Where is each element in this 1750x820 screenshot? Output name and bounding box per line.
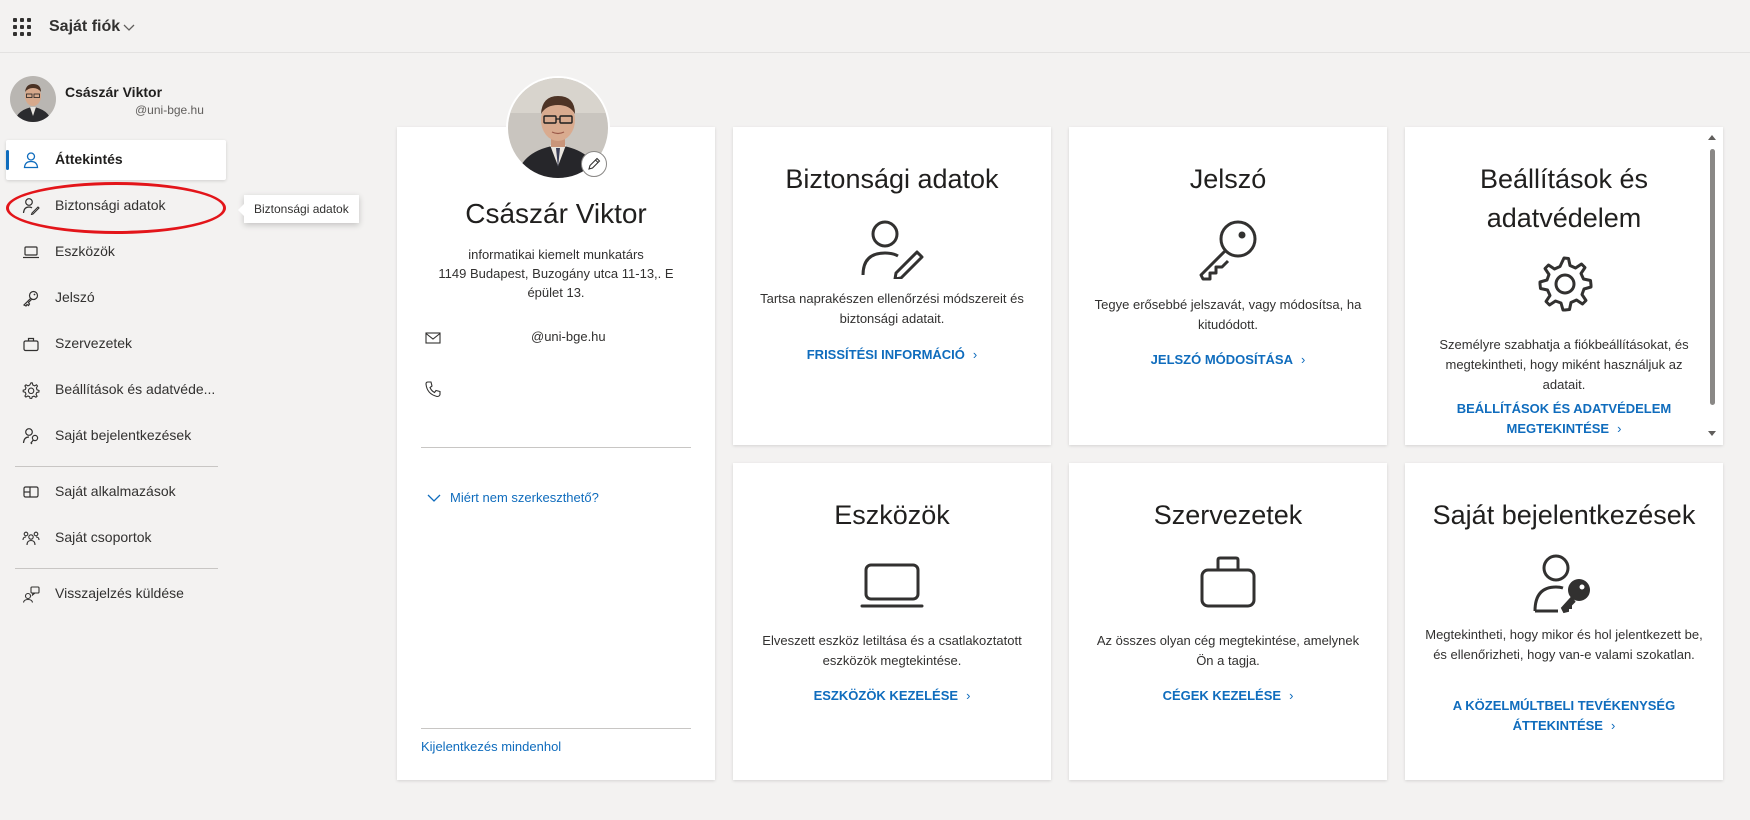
apps-icon: [23, 486, 39, 498]
sidebar-item-my-groups[interactable]: Saját csoportok: [6, 518, 226, 558]
gear-icon: [22, 382, 40, 399]
tile-my-sign-ins: Saját bejelentkezések Megtekintheti, hog…: [1405, 463, 1723, 780]
key-icon: [22, 290, 39, 307]
why-not-editable-link[interactable]: Miért nem szerkeszthető?: [426, 490, 599, 505]
sidebar-item-label: Szervezetek: [55, 335, 133, 351]
tile-description: Elveszett eszköz letiltása és a csatlako…: [762, 633, 1022, 668]
manage-organizations-link[interactable]: CÉGEK KEZELÉSE ›: [1099, 686, 1357, 706]
job-title: informatikai kiemelt munkatárs: [468, 247, 644, 262]
profile-email: @uni-bge.hu: [531, 329, 606, 344]
security-info-icon: [22, 198, 40, 215]
edit-photo-button[interactable]: [581, 151, 607, 177]
chevron-down-icon: [427, 494, 441, 502]
scrollbar[interactable]: [1707, 133, 1717, 439]
chevron-down-icon[interactable]: [122, 20, 136, 34]
sign-ins-icon: [1533, 554, 1590, 614]
chevron-right-icon: ›: [972, 347, 978, 362]
briefcase-icon: [1200, 556, 1256, 608]
sidebar-item-overview[interactable]: Áttekintés: [6, 140, 226, 180]
sidebar-item-my-sign-ins[interactable]: Saját bejelentkezések: [6, 416, 226, 456]
tile-organizations: Szervezetek Az összes olyan cég megtekin…: [1069, 463, 1387, 780]
briefcase-icon: [23, 337, 39, 352]
laptop-icon: [23, 246, 39, 259]
sidebar-separator: [15, 568, 218, 569]
sidebar-item-label: Saját bejelentkezések: [55, 427, 192, 443]
sidebar-item-label: Eszközök: [55, 243, 115, 259]
sidebar-separator: [15, 466, 218, 467]
sidebar-item-send-feedback[interactable]: Visszajelzés küldése: [6, 574, 226, 614]
tile-link-label: BEÁLLÍTÁSOK ÉS ADATVÉDELEM MEGTEKINTÉSE: [1456, 401, 1672, 436]
groups-icon: [22, 531, 40, 546]
top-bar: Saját fiók: [0, 0, 1750, 53]
tooltip: Biztonsági adatok: [238, 195, 359, 223]
sidebar-item-password[interactable]: Jelszó: [6, 278, 226, 318]
sidebar-item-label: Áttekintés: [55, 151, 123, 167]
tile-security-info: Biztonsági adatok Tartsa naprakészen ell…: [733, 127, 1051, 445]
change-password-link[interactable]: JELSZÓ MÓDOSÍTÁSA ›: [1099, 350, 1357, 370]
office-address: 1149 Budapest, Buzogány utca 11-13,. E é…: [438, 266, 674, 300]
sidebar-item-devices[interactable]: Eszközök: [6, 232, 226, 272]
security-info-icon: [861, 220, 924, 279]
profile-details: informatikai kiemelt munkatárs 1149 Buda…: [425, 245, 687, 302]
mail-icon: [425, 332, 441, 344]
avatar: [10, 76, 56, 122]
key-icon: [1199, 220, 1257, 281]
sidebar-item-organizations[interactable]: Szervezetek: [6, 324, 226, 364]
sign-out-everywhere-link[interactable]: Kijelentkezés mindenhol: [421, 739, 561, 754]
tile-link-label: A KÖZELMÚLTBELI TEVÉKENYSÉG ÁTTEKINTÉSE: [1452, 698, 1676, 733]
pencil-icon: [588, 157, 601, 170]
tile-title: Jelszó: [1189, 164, 1267, 194]
tile-description: Megtekintheti, hogy mikor és hol jelentk…: [1425, 627, 1703, 662]
chevron-right-icon: ›: [1289, 688, 1294, 703]
why-not-editable-label: Miért nem szerkeszthető?: [450, 490, 599, 505]
sidebar-item-label: Visszajelzés küldése: [55, 585, 184, 601]
sidebar-item-label: Jelszó: [55, 289, 95, 305]
manage-devices-link[interactable]: ESZKÖZÖK KEZELÉSE ›: [763, 686, 1021, 706]
chevron-right-icon: ›: [1617, 421, 1622, 436]
tile-description: Személyre szabhatja a fiókbeállításokat,…: [1439, 337, 1689, 392]
gear-icon: [1538, 256, 1593, 312]
sidebar-item-label: Biztonsági adatok: [55, 197, 166, 213]
tile-link-label: ESZKÖZÖK KEZELÉSE: [813, 688, 959, 703]
app-title[interactable]: Saját fiók: [49, 18, 120, 36]
sidebar-item-label: Saját csoportok: [55, 529, 152, 545]
view-settings-privacy-link[interactable]: BEÁLLÍTÁSOK ÉS ADATVÉDELEM MEGTEKINTÉSE ›: [1435, 399, 1693, 439]
update-info-link[interactable]: FRISSÍTÉSI INFORMÁCIÓ ›: [763, 345, 1021, 365]
tile-link-label: CÉGEK KEZELÉSE: [1162, 688, 1282, 703]
tile-description: Az összes olyan cég megtekintése, amelyn…: [1096, 633, 1360, 668]
profile-divider: [421, 447, 691, 448]
feedback-icon: [22, 586, 40, 603]
tile-title: Beállítások és adatvédelem: [1479, 164, 1649, 233]
tile-title: Szervezetek: [1153, 500, 1303, 530]
profile-name: Császár Viktor: [465, 198, 647, 229]
sidebar-item-label: Saját alkalmazások: [55, 483, 176, 499]
user-name: Császár Viktor: [65, 84, 163, 100]
tile-settings-privacy: Beállítások és adatvédelem Személyre sza…: [1405, 127, 1723, 445]
sidebar-item-label: Beállítások és adatvéde...: [55, 381, 216, 397]
tile-description: Tartsa naprakészen ellenőrzési módszerei…: [760, 291, 1024, 326]
sidebar-item-security-info[interactable]: Biztonsági adatok: [6, 186, 226, 226]
tile-link-label: JELSZÓ MÓDOSÍTÁSA: [1150, 352, 1293, 367]
tile-devices: Eszközök Elveszett eszköz letiltása és a…: [733, 463, 1051, 780]
tile-title: Saját bejelentkezések: [1432, 500, 1696, 530]
laptop-icon: [860, 563, 924, 608]
tile-title: Biztonsági adatok: [785, 164, 999, 194]
sign-ins-icon: [22, 428, 39, 445]
app-launcher-icon[interactable]: [13, 18, 31, 36]
tile-title: Eszközök: [834, 500, 950, 530]
sidebar-item-settings-privacy[interactable]: Beállítások és adatvéde...: [6, 370, 226, 410]
chevron-right-icon: ›: [1300, 352, 1306, 367]
phone-icon: [425, 381, 441, 398]
tile-password: Jelszó Tegye erősebbé jelszavát, vagy mó…: [1069, 127, 1387, 445]
chevron-right-icon: ›: [966, 688, 971, 703]
user-email: @uni-bge.hu: [135, 103, 204, 117]
tile-link-label: FRISSÍTÉSI INFORMÁCIÓ: [806, 347, 965, 362]
chevron-right-icon: ›: [1610, 718, 1616, 733]
review-recent-activity-link[interactable]: A KÖZELMÚLTBELI TEVÉKENYSÉG ÁTTEKINTÉSE ›: [1435, 696, 1693, 736]
person-icon: [23, 152, 39, 169]
profile-divider: [421, 728, 691, 729]
sidebar-item-my-apps[interactable]: Saját alkalmazások: [6, 472, 226, 512]
tile-description: Tegye erősebbé jelszavát, vagy módosítsa…: [1094, 297, 1362, 332]
